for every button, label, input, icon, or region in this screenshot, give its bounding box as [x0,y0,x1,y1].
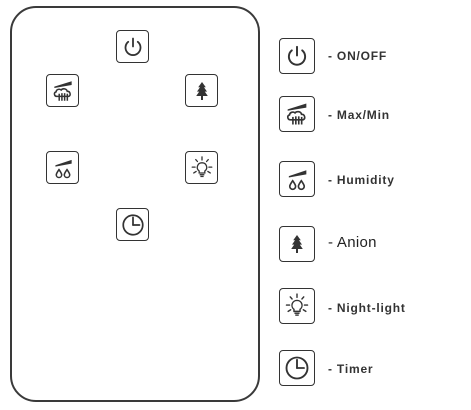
fan-speed-icon [50,78,76,104]
anion-button[interactable] [185,74,218,107]
humidity-icon [50,155,76,181]
legend-label-on-off: - ON/OFF [328,49,388,63]
clock-icon [283,354,311,382]
legend-label-timer: - Timer [328,362,374,376]
legend-timer-box [279,350,315,386]
light-bulb-icon [189,155,215,181]
legend-humidity-box [279,161,315,197]
fan-speed-button[interactable] [46,74,79,107]
legend-label-humidity: - Humidity [328,173,395,187]
humidity-icon [283,165,311,193]
timer-button[interactable] [116,208,149,241]
legend-night-light-box [279,288,315,324]
clock-icon [120,212,146,238]
legend-label-max-min: - Max/Min [328,108,390,122]
remote-control [10,6,260,402]
fan-speed-icon [283,100,311,128]
night-light-button[interactable] [185,151,218,184]
power-button[interactable] [116,30,149,63]
humidity-button[interactable] [46,151,79,184]
legend-anion-box [279,226,315,262]
power-icon [121,35,145,59]
legend-label-night-light: - Night-light [328,301,406,315]
power-icon [284,43,310,69]
legend-power-box [279,38,315,74]
tree-icon [190,79,214,103]
light-bulb-icon [283,292,311,320]
legend-label-anion: - Anion [328,234,377,251]
tree-icon [285,232,309,256]
legend-fan-speed-box [279,96,315,132]
